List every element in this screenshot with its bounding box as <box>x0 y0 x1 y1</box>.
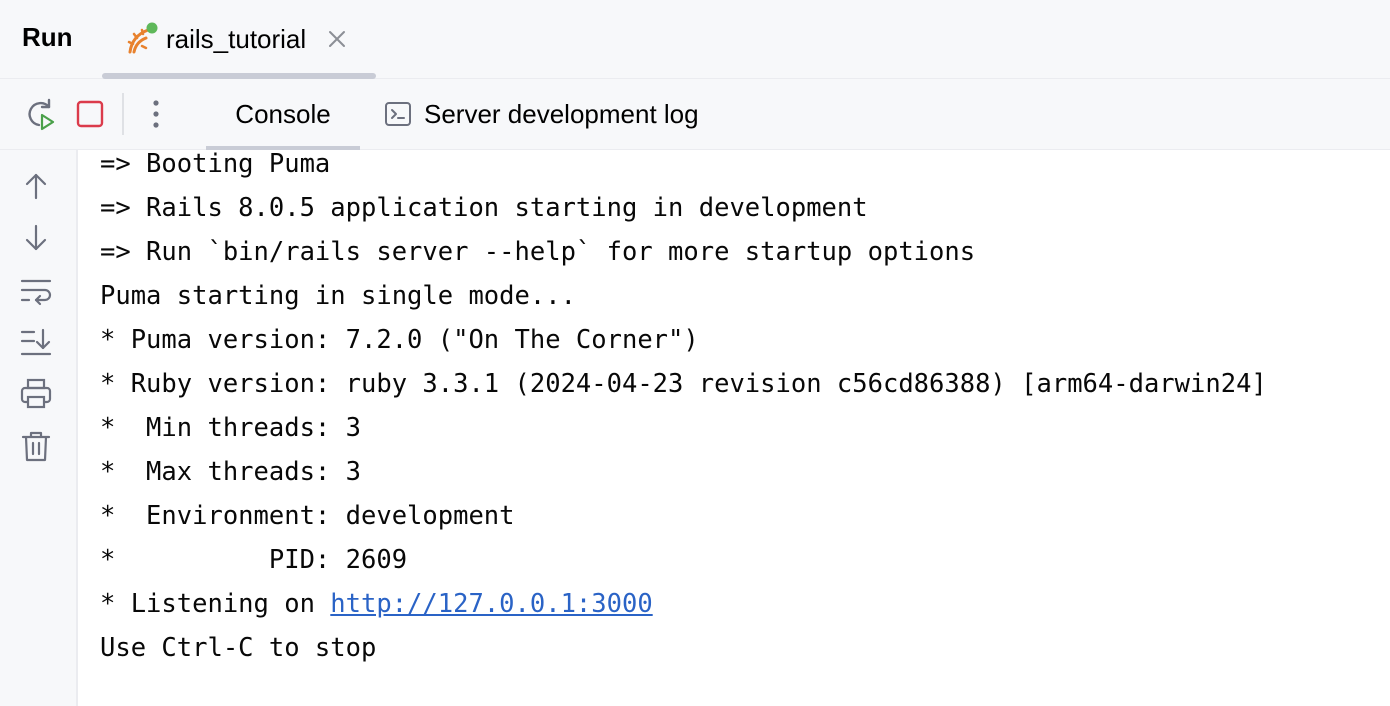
more-button[interactable] <box>138 96 174 132</box>
run-tab-label: rails_tutorial <box>166 23 307 54</box>
run-configuration-tab[interactable]: rails_tutorial <box>102 0 376 79</box>
console-line: * Environment: development <box>100 501 515 531</box>
trash-icon <box>21 431 51 462</box>
rerun-icon <box>28 98 55 131</box>
arrow-down-icon <box>25 224 47 251</box>
console-line: Use Ctrl-C to stop <box>100 633 377 663</box>
toolbar-separator <box>122 93 124 135</box>
close-icon[interactable] <box>326 28 348 50</box>
console-line: * PID: 2609 <box>100 545 408 575</box>
running-indicator-icon <box>146 22 158 34</box>
console-output[interactable]: => Booting Puma => Rails 8.0.5 applicati… <box>78 150 1390 706</box>
console-line: => Rails 8.0.5 application starting in d… <box>100 193 868 223</box>
toolwindow-title: Run <box>22 22 73 52</box>
rerun-button[interactable] <box>22 96 58 132</box>
console-line: * Puma version: 7.2.0 ("On The Corner") <box>100 325 699 355</box>
console-line: Puma starting in single mode... <box>100 281 576 311</box>
scroll-to-end-button[interactable] <box>18 324 54 360</box>
server-url-link[interactable]: http://127.0.0.1:3000 <box>330 589 652 619</box>
print-button[interactable] <box>18 376 54 412</box>
tab-server-development-log[interactable]: Server development log <box>384 79 699 149</box>
scroll-to-end-icon <box>20 328 52 356</box>
console-line: * Ruby version: ruby 3.3.1 (2024-04-23 r… <box>100 369 1267 399</box>
console-line: * Max threads: 3 <box>100 457 361 487</box>
next-occurrence-button[interactable] <box>18 220 54 256</box>
rails-icon <box>126 22 160 56</box>
stop-button[interactable] <box>72 96 108 132</box>
console-line: * Min threads: 3 <box>100 413 361 443</box>
soft-wrap-icon <box>20 279 52 306</box>
tab-console[interactable]: Console <box>206 79 360 150</box>
previous-occurrence-button[interactable] <box>18 168 54 204</box>
stop-icon <box>76 100 104 128</box>
tab-console-label: Console <box>235 98 331 129</box>
print-icon <box>20 378 52 409</box>
run-toolbar: Console Server development log <box>0 79 1390 150</box>
more-vertical-icon <box>153 100 159 128</box>
console-line: => Run `bin/rails server --help` for mor… <box>100 237 976 267</box>
console-line-listening: * Listening on http://127.0.0.1:3000 <box>100 590 653 618</box>
run-toolwindow-header: Run rails_tutorial <box>0 0 1390 79</box>
terminal-icon <box>384 100 412 128</box>
tab-server-development-log-label: Server development log <box>424 98 699 129</box>
listening-prefix: * Listening on <box>100 589 331 619</box>
soft-wrap-button[interactable] <box>18 272 54 308</box>
console-side-toolbar <box>0 150 78 706</box>
arrow-up-icon <box>25 173 47 200</box>
console-line: => Booting Puma <box>100 149 331 179</box>
clear-all-button[interactable] <box>18 428 54 464</box>
